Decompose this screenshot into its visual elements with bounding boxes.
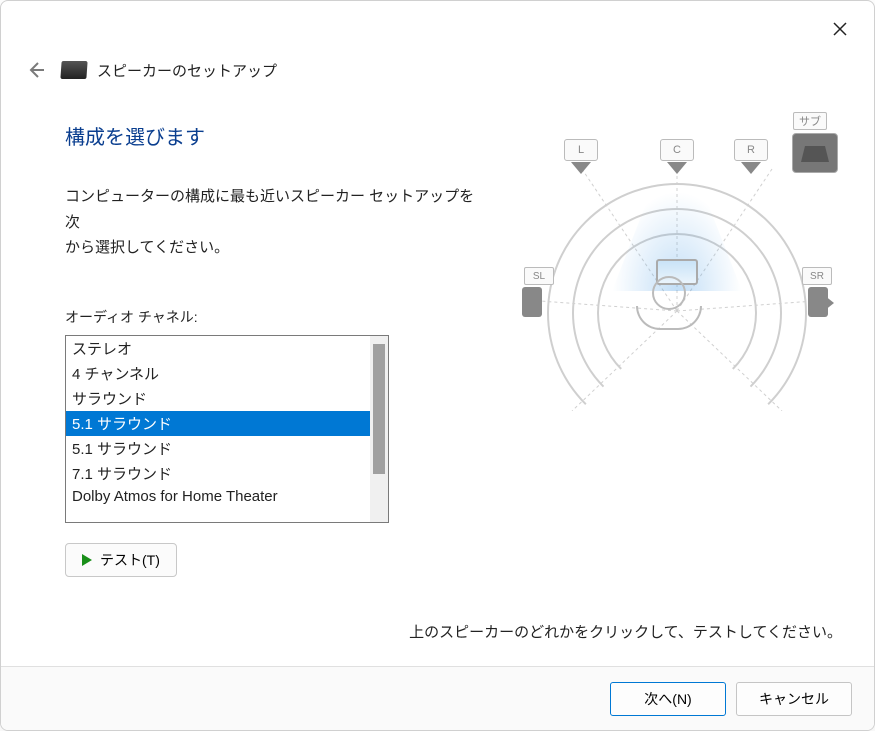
speaker-subwoofer[interactable]: サブ: [792, 133, 838, 173]
channel-option[interactable]: ステレオ: [66, 336, 370, 361]
speaker-setup-dialog: スピーカーのセットアップ 構成を選びます コンピューターの構成に最も近いスピーカ…: [0, 0, 875, 731]
right-panel: L C R サブ SL: [512, 111, 842, 577]
speaker-sl-label: SL: [524, 267, 554, 285]
play-icon: [82, 554, 92, 566]
channel-option[interactable]: 5.1 サラウンド: [66, 436, 370, 461]
dialog-title: スピーカーのセットアップ: [97, 60, 277, 81]
dialog-footer: 次へ(N) キャンセル: [1, 666, 874, 730]
speaker-right[interactable]: R: [734, 139, 768, 161]
speaker-right-label: R: [747, 144, 755, 156]
speaker-center[interactable]: C: [660, 139, 694, 161]
subwoofer-label: サブ: [793, 112, 827, 130]
speaker-surround-left[interactable]: [518, 287, 552, 321]
speaker-cone-icon: [741, 162, 761, 174]
listbox-label: オーディオ チャネル:: [65, 307, 482, 327]
close-button[interactable]: [824, 13, 856, 45]
title-row: スピーカーのセットアップ: [61, 60, 277, 81]
back-button[interactable]: [25, 59, 47, 81]
page-heading: 構成を選びます: [65, 121, 482, 150]
channel-option[interactable]: 7.1 サラウンド: [66, 461, 370, 486]
dialog-header: スピーカーのセットアップ: [1, 1, 874, 81]
subwoofer-icon: [801, 142, 829, 164]
test-button-label: テスト(T): [100, 550, 160, 570]
diagram-hint: 上のスピーカーのどれかをクリックして、テストしてください。: [409, 621, 842, 642]
channel-option-selected[interactable]: 5.1 サラウンド: [66, 411, 370, 436]
content-area: 構成を選びます コンピューターの構成に最も近いスピーカー セットアップを次 から…: [1, 81, 874, 577]
test-button[interactable]: テスト(T): [65, 543, 177, 577]
close-icon: [833, 22, 847, 36]
speaker-horn-icon: [824, 295, 834, 311]
speaker-icon: [60, 61, 87, 79]
speaker-surround-right[interactable]: [804, 287, 838, 321]
channel-option[interactable]: Dolby Atmos for Home Theater: [66, 486, 370, 507]
speaker-sr-label: SR: [802, 267, 832, 285]
cancel-button[interactable]: キャンセル: [736, 682, 852, 716]
description-line1: コンピューターの構成に最も近いスピーカー セットアップを次: [65, 188, 474, 231]
back-arrow-icon: [27, 61, 45, 79]
listbox-scrollbar[interactable]: [370, 336, 388, 522]
speaker-cone-icon: [667, 162, 687, 174]
scroll-thumb[interactable]: [373, 344, 385, 474]
speaker-horn-icon: [522, 295, 532, 311]
left-panel: 構成を選びます コンピューターの構成に最も近いスピーカー セットアップを次 から…: [65, 111, 482, 577]
speaker-diagram: L C R サブ SL: [512, 111, 842, 411]
description-text: コンピューターの構成に最も近いスピーカー セットアップを次 から選択してください…: [65, 184, 482, 261]
speaker-left-label: L: [578, 144, 584, 156]
channel-option[interactable]: 4 チャンネル: [66, 361, 370, 386]
listener-head-icon: [652, 276, 702, 330]
list-items: ステレオ 4 チャンネル サラウンド 5.1 サラウンド 5.1 サラウンド 7…: [66, 336, 370, 522]
speaker-left[interactable]: L: [564, 139, 598, 161]
next-button[interactable]: 次へ(N): [610, 682, 726, 716]
speaker-cone-icon: [571, 162, 591, 174]
channel-option[interactable]: サラウンド: [66, 386, 370, 411]
speaker-center-label: C: [673, 144, 681, 156]
audio-channel-listbox[interactable]: ステレオ 4 チャンネル サラウンド 5.1 サラウンド 5.1 サラウンド 7…: [65, 335, 389, 523]
description-line2: から選択してください。: [65, 239, 229, 256]
